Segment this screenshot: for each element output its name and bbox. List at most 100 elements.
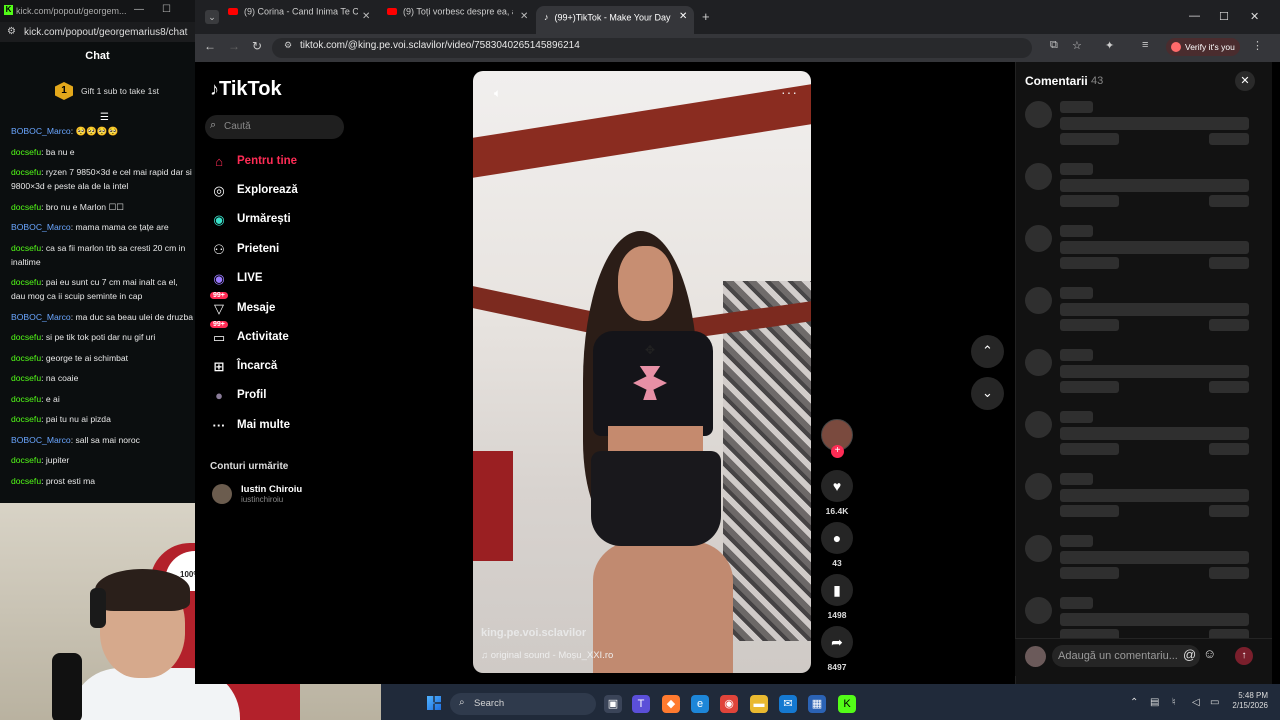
minimize-icon[interactable]: —	[134, 4, 144, 15]
outlook-icon[interactable]: ✉	[779, 695, 797, 713]
edge-icon[interactable]: e	[691, 695, 709, 713]
tab-close-icon[interactable]: ✕	[362, 11, 370, 22]
nav-live[interactable]: ◉ LIVE	[210, 268, 370, 290]
following-avatar[interactable]	[212, 484, 232, 504]
maximize-icon[interactable]: ☐	[162, 4, 171, 15]
close-icon[interactable]: ✕	[1250, 10, 1259, 23]
following-name[interactable]: Iustin Chiroiu	[241, 484, 302, 495]
chat-username[interactable]: docsefu	[11, 167, 41, 177]
mention-at-icon[interactable]: @	[1183, 647, 1196, 662]
maximize-icon[interactable]: ☐	[1219, 10, 1229, 23]
nav-urmaresti[interactable]: ◉ Urmărești	[210, 209, 370, 231]
chat-username[interactable]: docsefu	[11, 147, 41, 157]
cast-icon[interactable]: ⧉	[1050, 39, 1058, 52]
gift-sub-bar[interactable]: 1 Gift 1 sub to take 1st	[55, 82, 195, 100]
nav-activitate[interactable]: ▭ 99+ Activitate	[210, 321, 370, 349]
teams-icon[interactable]: T	[632, 695, 650, 713]
chat-username[interactable]: BOBOC_Marco	[11, 126, 71, 136]
chat-username[interactable]: BOBOC_Marco	[11, 222, 71, 232]
battery-icon[interactable]: ▭	[1210, 697, 1219, 708]
site-info-icon[interactable]: ⚙	[284, 40, 292, 51]
tab-toti-vorbesc[interactable]: (9) Toți vorbesc despre ea, acum	[387, 6, 513, 28]
volume-tray-icon[interactable]: ◁	[1192, 697, 1200, 708]
nav-pentru-tine[interactable]: ⌂ Pentru tine	[210, 151, 370, 173]
media-control-icon[interactable]: ≡	[1142, 39, 1148, 51]
file-explorer-icon[interactable]: ▬	[750, 695, 768, 713]
extensions-icon[interactable]: ✦	[1105, 39, 1114, 52]
network-icon[interactable]: ▤	[1150, 697, 1159, 708]
next-video-chevron-down-icon[interactable]: ⌄	[971, 377, 1004, 410]
taskbar-clock[interactable]: 5:48 PM 2/15/2026	[1228, 691, 1268, 711]
chat-username[interactable]: docsefu	[11, 353, 41, 363]
chat-username[interactable]: docsefu	[11, 394, 41, 404]
chrome-menu-icon[interactable]: ⋮	[1252, 39, 1263, 52]
minimize-icon[interactable]: —	[1189, 10, 1200, 22]
reload-icon[interactable]: ↻	[252, 39, 262, 53]
pinned-chevron-icon[interactable]: ☰	[100, 112, 109, 123]
chat-username[interactable]: docsefu	[11, 277, 41, 287]
tray-chevron-icon[interactable]: ⌃	[1130, 697, 1138, 708]
chat-username[interactable]: docsefu	[11, 373, 41, 383]
new-tab-icon[interactable]: +	[702, 9, 710, 24]
tab-close-icon[interactable]: ✕	[520, 11, 528, 22]
close-comments-icon[interactable]: ✕	[1235, 71, 1255, 91]
skeleton-line	[1209, 195, 1249, 207]
share-arrow-icon[interactable]: ➦	[821, 626, 853, 658]
task-view-icon[interactable]: ▣	[604, 695, 622, 713]
address-url[interactable]: tiktok.com/@king.pe.voi.sclavilor/video/…	[300, 40, 580, 51]
like-heart-icon[interactable]: ♥	[821, 470, 853, 502]
bookmark-icon[interactable]: ▮	[821, 574, 853, 606]
taskbar-search[interactable]	[450, 693, 596, 715]
video-player[interactable]	[473, 71, 811, 673]
back-icon[interactable]: ←	[204, 39, 216, 53]
nav-profil[interactable]: ● Profil	[210, 385, 370, 407]
chat-username[interactable]: BOBOC_Marco	[11, 435, 71, 445]
chat-username[interactable]: docsefu	[11, 202, 41, 212]
taskbar-search-label[interactable]: Search	[474, 698, 504, 709]
nav-exploreaza[interactable]: ◎ Explorează	[210, 180, 370, 202]
chrome-icon[interactable]: ◉	[720, 695, 738, 713]
tab-tiktok[interactable]: ♪ (99+)TikTok - Make Your Day	[536, 6, 694, 34]
nav-prieteni[interactable]: ⚇ Prieteni	[210, 239, 370, 261]
chat-username[interactable]: docsefu	[11, 332, 41, 342]
follow-plus-icon[interactable]: +	[831, 445, 844, 458]
chat-text: : si pe tik tok poti dar nu gif uri	[41, 332, 156, 342]
video-author[interactable]: king.pe.voi.sclavilor	[481, 627, 586, 639]
forward-icon[interactable]: →	[228, 39, 240, 53]
copilot-icon[interactable]: ◆	[662, 695, 680, 713]
send-arrow-icon[interactable]: ↑	[1235, 647, 1253, 665]
chat-username[interactable]: docsefu	[11, 476, 41, 486]
tab-close-icon[interactable]: ✕	[679, 11, 687, 22]
mic-icon[interactable]: ♮	[1172, 697, 1176, 708]
chat-username[interactable]: docsefu	[11, 243, 41, 253]
nav-incarca[interactable]: ⊞ Încarcă	[210, 356, 370, 378]
previous-video-chevron-up-icon[interactable]: ⌃	[971, 335, 1004, 368]
nav-mai-multe[interactable]: ··· Mai multe	[210, 415, 370, 437]
more-options-icon[interactable]: ···	[781, 84, 798, 100]
nav-mesaje[interactable]: ▽ 99+ Mesaje	[210, 292, 370, 320]
search-placeholder[interactable]: Caută	[224, 121, 251, 132]
skeleton-line	[1060, 613, 1249, 626]
chat-username[interactable]: BOBOC_Marco	[11, 312, 71, 322]
skeleton-line	[1209, 257, 1249, 269]
verify-its-you-button[interactable]: Verify it's you	[1166, 38, 1240, 56]
tab-corina[interactable]: (9) Corina - Cand Inima Te Chem	[228, 6, 358, 28]
comment-bubble-icon[interactable]: ●	[821, 522, 853, 554]
store-icon[interactable]: ▦	[808, 695, 826, 713]
chat-username[interactable]: docsefu	[11, 455, 41, 465]
chat-username[interactable]: docsefu	[11, 414, 41, 424]
kick-urlbar[interactable]: ⚙ kick.com/popout/georgemarius8/chat	[0, 22, 195, 42]
bookmark-star-icon[interactable]: ☆	[1072, 39, 1082, 52]
tiktok-logo[interactable]: ♪TikTok	[210, 78, 282, 101]
video-music[interactable]: ♫ original sound - Moșu_XXI.ro	[481, 650, 613, 661]
kick-titlebar: K kick.com/popout/georgem... — ☐	[0, 0, 195, 22]
skeleton-line	[1060, 225, 1093, 237]
kick-app-icon[interactable]: K	[838, 695, 856, 713]
comment-input[interactable]	[1052, 645, 1200, 667]
emoji-icon[interactable]: ☺	[1203, 646, 1216, 661]
site-info-icon[interactable]: ⚙	[7, 26, 16, 37]
chat-message: docsefu: pai tu nu ai pizda	[11, 412, 194, 426]
volume-icon[interactable]: 🔈︎	[494, 86, 501, 101]
gift-count-badge: 1	[55, 82, 73, 100]
tab-search-icon[interactable]: ⌄	[205, 10, 219, 24]
